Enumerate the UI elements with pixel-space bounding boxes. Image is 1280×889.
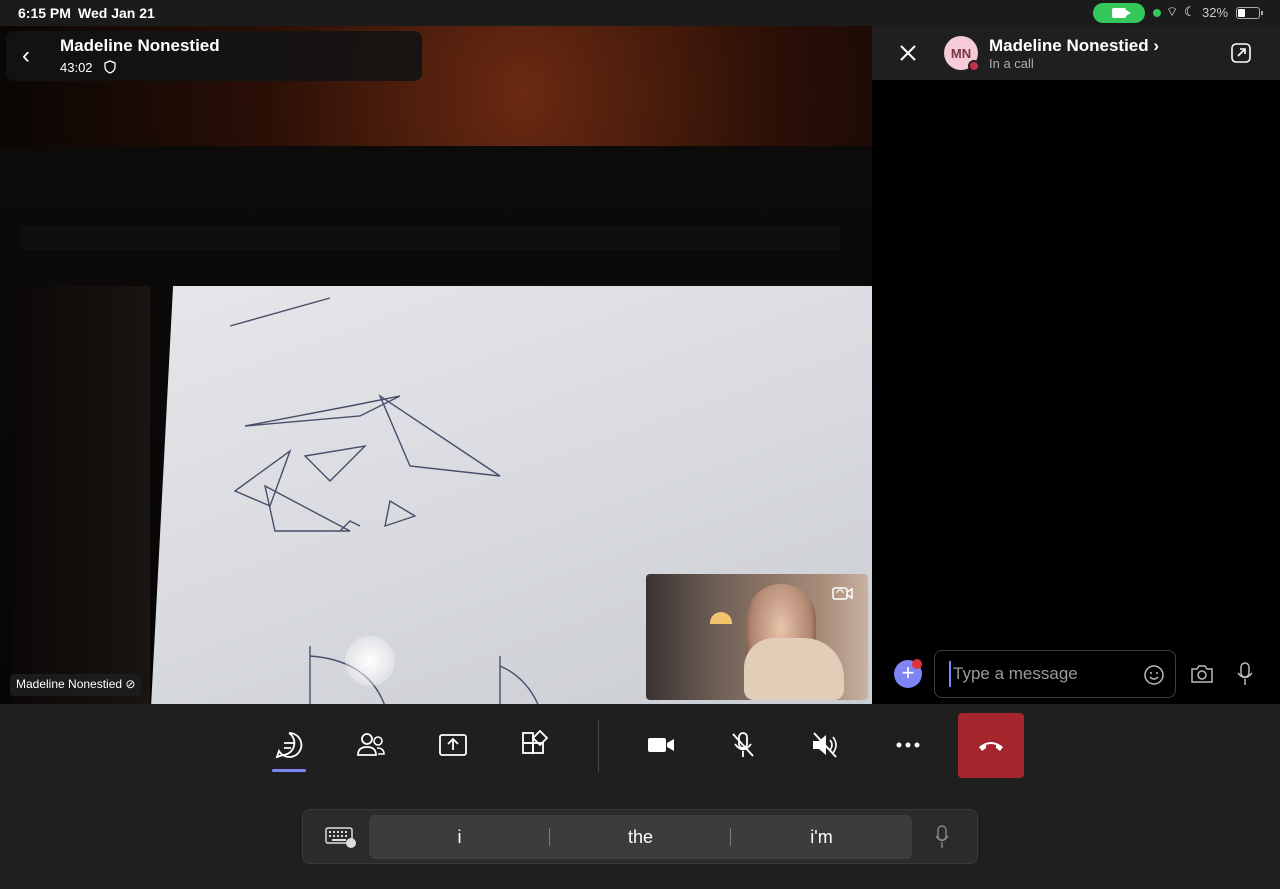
speaker-muted-icon xyxy=(813,732,837,758)
keyboard-suggestion-bar: i the i'm xyxy=(302,809,978,864)
participant-name: Madeline Nonestied xyxy=(16,677,123,691)
call-controls-bar xyxy=(0,704,1280,804)
emoji-icon[interactable] xyxy=(1143,664,1165,686)
people-icon xyxy=(357,733,385,756)
call-title: Madeline Nonestied xyxy=(60,36,220,55)
active-tab-indicator xyxy=(272,769,306,772)
camera-icon[interactable] xyxy=(1190,663,1214,685)
self-view-background xyxy=(710,612,732,624)
status-date: Wed Jan 21 xyxy=(78,5,155,21)
share-screen-button[interactable] xyxy=(437,729,469,761)
self-view-person xyxy=(744,638,844,700)
shield-icon[interactable] xyxy=(104,60,116,74)
chat-icon xyxy=(275,732,303,759)
close-icon[interactable] xyxy=(898,43,918,63)
chat-button[interactable] xyxy=(273,729,305,761)
chat-subtitle: In a call xyxy=(989,56,1034,71)
mute-button[interactable] xyxy=(727,729,759,761)
chat-title[interactable]: Madeline Nonestied › xyxy=(989,36,1159,56)
focus-moon-icon: ☾ xyxy=(1184,4,1196,19)
microphone-icon[interactable] xyxy=(1236,662,1254,686)
battery-percent: 32% xyxy=(1202,5,1229,20)
chevron-right-icon: › xyxy=(1153,36,1160,55)
suggestion-2[interactable]: the xyxy=(550,815,731,859)
camera-toggle-button[interactable] xyxy=(645,729,677,761)
battery-icon xyxy=(1236,7,1263,19)
speaker-button[interactable] xyxy=(809,729,841,761)
suggestion-3[interactable]: i'm xyxy=(731,815,912,859)
video-background xyxy=(20,226,840,250)
chat-title-text: Madeline Nonestied xyxy=(989,36,1149,55)
status-time: 6:15 PM xyxy=(18,5,71,21)
apps-button[interactable] xyxy=(519,729,551,761)
notification-dot xyxy=(912,659,922,669)
participants-button[interactable] xyxy=(355,729,387,761)
divider xyxy=(598,720,599,772)
switch-camera-icon[interactable] xyxy=(832,584,854,604)
chat-panel: MN Madeline Nonestied › In a call xyxy=(872,26,1280,704)
more-icon xyxy=(896,742,920,748)
chat-header: MN Madeline Nonestied › In a call xyxy=(872,26,1280,80)
mic-muted-icon xyxy=(732,732,754,757)
apps-icon xyxy=(522,729,549,754)
video-icon xyxy=(648,738,674,752)
participant-name-tag: Madeline Nonestied ⊘ xyxy=(10,674,142,696)
suggestion-strip: i the i'm xyxy=(369,815,912,859)
active-call-pill[interactable] xyxy=(1093,3,1145,23)
message-compose-box[interactable] xyxy=(934,650,1176,698)
hang-up-icon xyxy=(979,741,1003,751)
busy-status-dot xyxy=(968,60,980,72)
more-options-button[interactable] xyxy=(892,729,924,761)
keyboard-icon[interactable] xyxy=(325,826,357,848)
wifi-icon: ⌔ xyxy=(1166,4,1179,19)
dictation-mic-icon[interactable] xyxy=(935,825,949,849)
message-input[interactable] xyxy=(949,661,1139,687)
status-bar: 6:15 PM Wed Jan 21 ⌔ ☾ 32% xyxy=(0,0,1280,26)
self-view-video[interactable] xyxy=(646,574,868,700)
light-glare xyxy=(345,636,395,686)
share-screen-icon xyxy=(439,734,467,756)
call-duration: 43:02 xyxy=(60,60,93,75)
video-background xyxy=(10,286,150,704)
mic-muted-icon: ⊘ xyxy=(125,677,136,691)
call-header: ‹ Madeline Nonestied 43:02 xyxy=(6,31,422,81)
camera-in-use-indicator xyxy=(1153,9,1161,17)
back-chevron-icon[interactable]: ‹ xyxy=(22,43,42,69)
suggestion-1[interactable]: i xyxy=(369,815,550,859)
video-camera-icon xyxy=(1112,8,1131,18)
pop-out-icon[interactable] xyxy=(1230,42,1252,64)
hang-up-button[interactable] xyxy=(958,713,1024,778)
